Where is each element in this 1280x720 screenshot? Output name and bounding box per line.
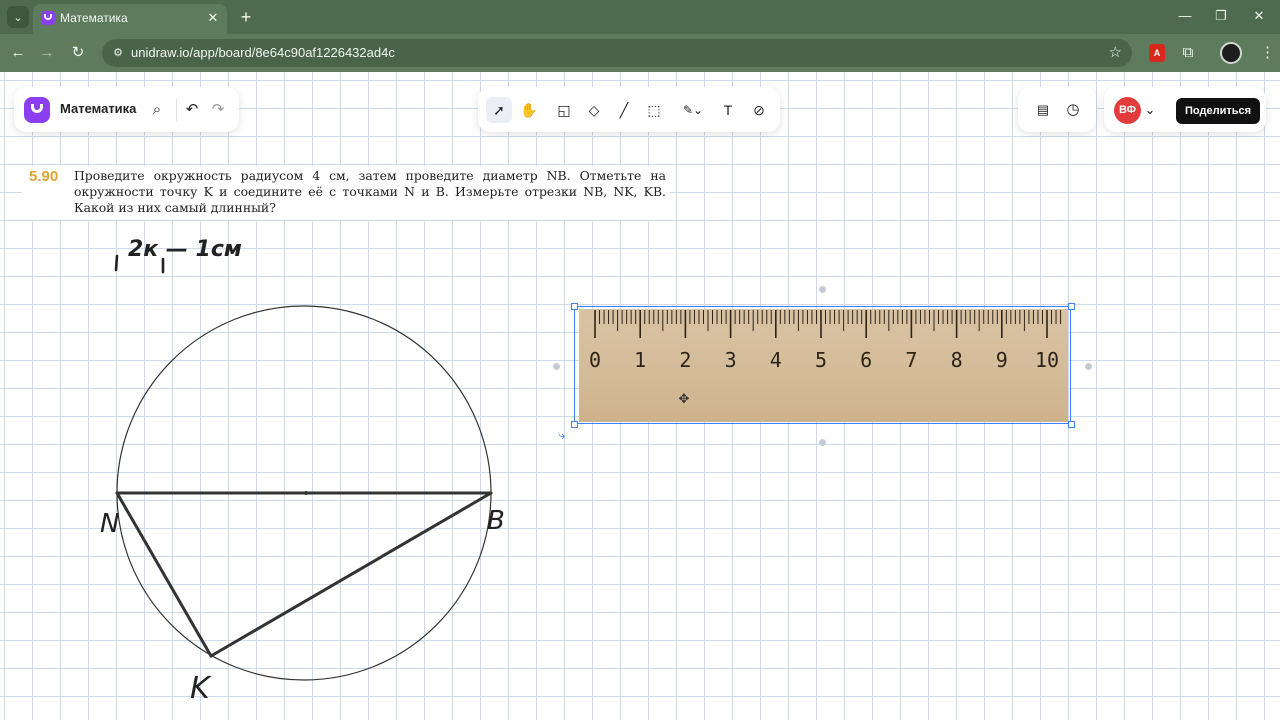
- site-info-icon[interactable]: ⚙: [110, 45, 126, 61]
- tab-close-icon[interactable]: ✕: [205, 10, 221, 26]
- new-tab-icon[interactable]: +: [236, 6, 256, 28]
- resize-handle-bottom-right[interactable]: [1068, 421, 1075, 428]
- address-bar[interactable]: ⚙ unidraw.io/app/board/8e64c90af1226432a…: [102, 39, 1132, 67]
- window-close-icon[interactable]: ✕: [1246, 6, 1272, 26]
- browser-menu-icon[interactable]: ⋮: [1260, 43, 1275, 63]
- segment-kb[interactable]: [209, 491, 493, 658]
- connector-dot-bottom[interactable]: [819, 439, 826, 446]
- reload-icon[interactable]: ↻: [68, 43, 88, 63]
- tab-title: Математика: [60, 11, 128, 25]
- pdf-extension-icon[interactable]: A: [1149, 44, 1165, 62]
- center-point: [304, 491, 308, 495]
- scale-note: 2к — 1см: [128, 237, 242, 262]
- resize-handle-bottom-left[interactable]: [571, 421, 578, 428]
- minimize-icon[interactable]: —: [1172, 6, 1198, 26]
- segment-nk[interactable]: [115, 491, 213, 658]
- note-tick-left: [114, 254, 119, 272]
- back-icon[interactable]: ←: [8, 43, 28, 63]
- connector-dot-left[interactable]: [553, 363, 560, 370]
- label-n: N: [100, 509, 119, 539]
- extensions-icon[interactable]: ⧉: [1178, 43, 1198, 63]
- resize-handle-top-right[interactable]: [1068, 303, 1075, 310]
- rotate-icon[interactable]: ⤷: [558, 428, 572, 442]
- bookmark-star-icon[interactable]: ☆: [1109, 43, 1122, 61]
- profile-avatar[interactable]: [1220, 42, 1242, 64]
- resize-handle-top-left[interactable]: [571, 303, 578, 310]
- url-text[interactable]: unidraw.io/app/board/8e64c90af1226432ad4…: [131, 45, 395, 60]
- browser-toolbar: ← → ↻ ⚙ unidraw.io/app/board/8e64c90af12…: [0, 34, 1280, 72]
- app-favicon-icon: [41, 11, 55, 25]
- move-cursor-icon: ✥: [678, 391, 690, 406]
- browser-tab[interactable]: Математика ✕: [33, 4, 227, 34]
- label-b: B: [487, 506, 505, 536]
- connector-dot-right[interactable]: [1085, 363, 1092, 370]
- maximize-icon[interactable]: ❐: [1208, 6, 1234, 26]
- forward-icon[interactable]: →: [37, 43, 57, 63]
- board-canvas[interactable]: Математика ⌕ ↶ ↷ ➚ ✋ ◱ ◇ ╱ ⬚ ✎⌄ T ⊘ ▤ ◷ ВФ ⌄ Под…: [0, 72, 1280, 720]
- tab-list-icon[interactable]: ⌄: [7, 6, 29, 28]
- label-k: K: [190, 671, 212, 706]
- selection-box[interactable]: [574, 306, 1071, 424]
- connector-dot-top[interactable]: [819, 286, 826, 293]
- browser-tab-bar: ⌄ Математика ✕ + — ❐ ✕: [0, 0, 1280, 34]
